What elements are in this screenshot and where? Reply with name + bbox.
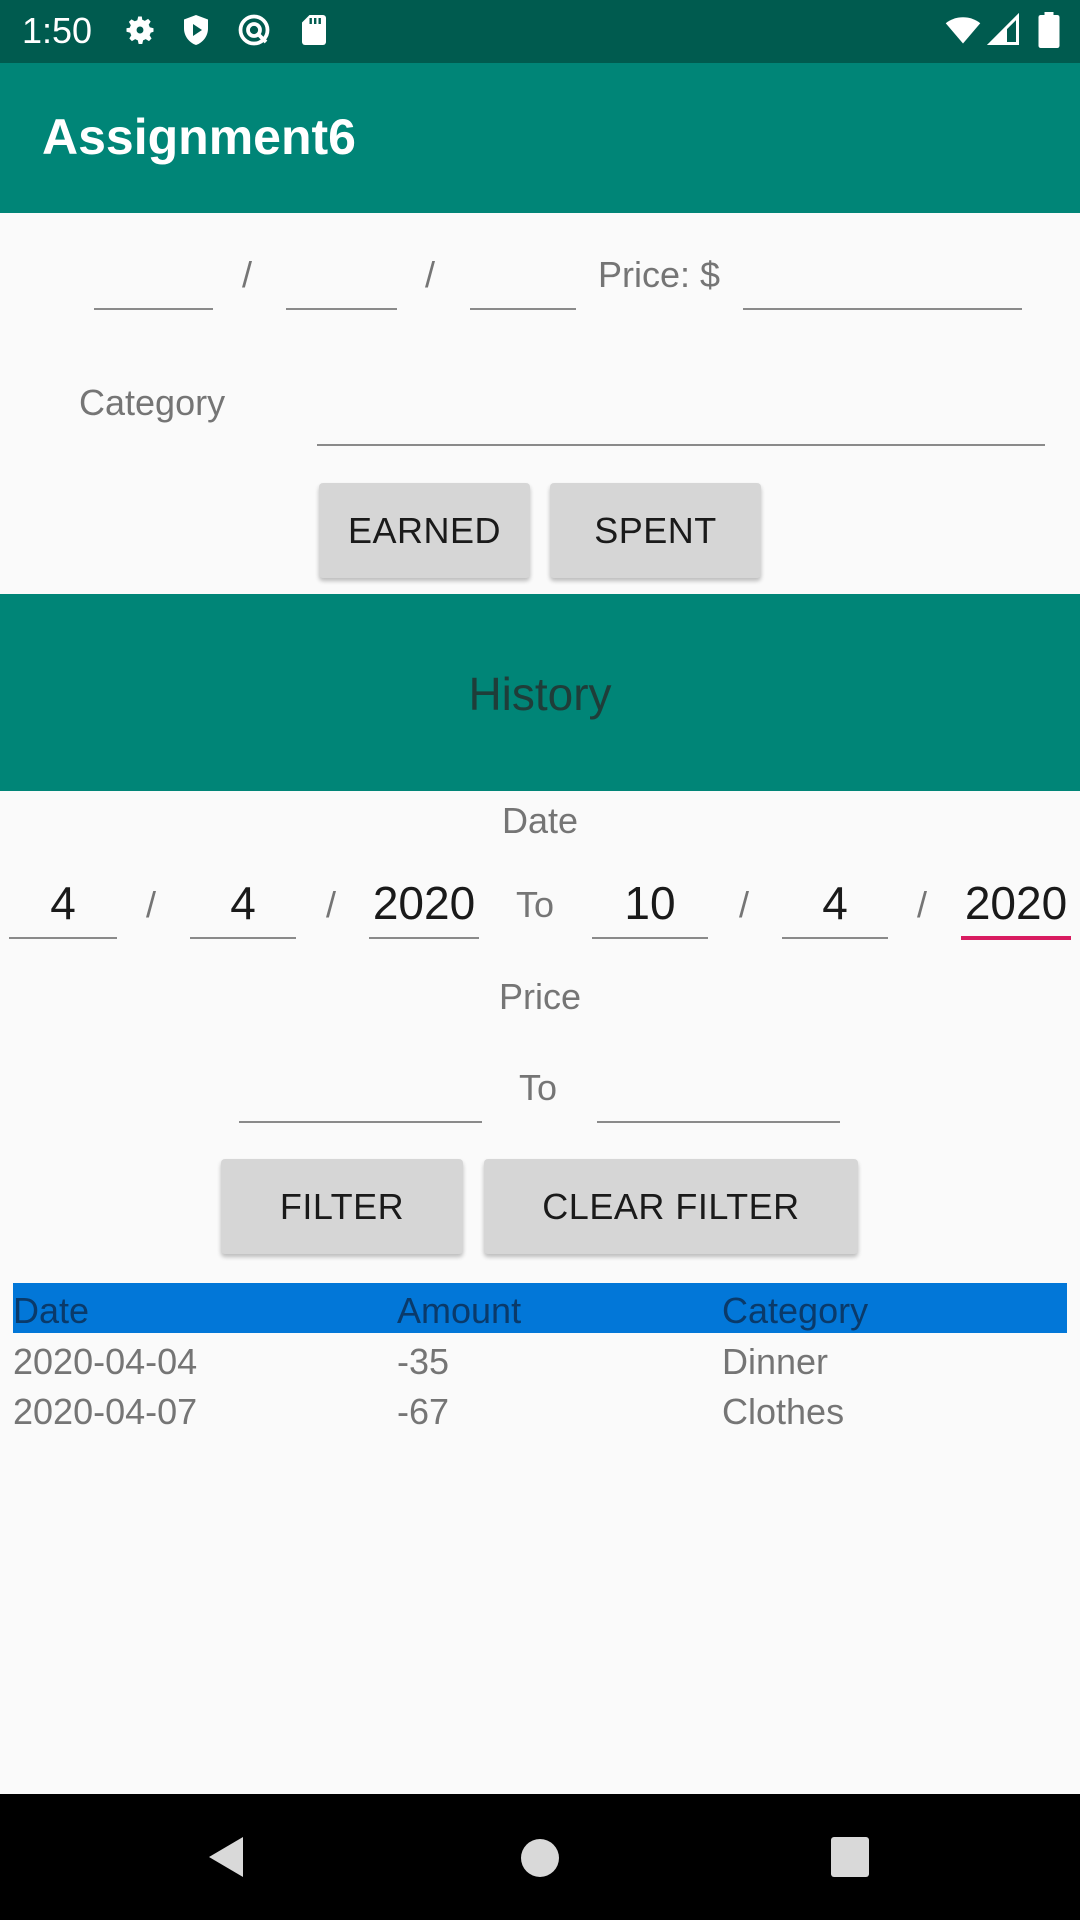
wifi-icon	[945, 17, 981, 44]
table-cell-category: Clothes	[722, 1391, 845, 1432]
date-separator: /	[146, 884, 157, 925]
cell-signal-icon	[986, 12, 1019, 45]
status-time: 1:50	[22, 10, 93, 51]
entry-price-input[interactable]	[743, 308, 1022, 310]
entry-day-input[interactable]	[286, 308, 397, 310]
date-separator: /	[425, 254, 436, 295]
column-header-category: Category	[722, 1290, 869, 1331]
from-month-underline	[9, 937, 117, 939]
to-year-input[interactable]: 2020	[961, 876, 1071, 930]
history-title: History	[468, 668, 612, 720]
date-separator: /	[917, 884, 928, 925]
earned-button[interactable]: EARNED	[319, 483, 530, 578]
table-header	[13, 1283, 1067, 1333]
date-separator: /	[739, 884, 750, 925]
to-day-input[interactable]: 4	[782, 876, 888, 930]
to-day-underline	[782, 937, 888, 939]
app-title: Assignment6	[42, 109, 356, 165]
entry-year-input[interactable]	[470, 308, 576, 310]
date-separator: /	[326, 884, 337, 925]
status-bar	[0, 0, 1080, 63]
min-price-input[interactable]	[239, 1121, 482, 1123]
price-filter-label: Price	[498, 976, 582, 1017]
to-year-focus-underline	[961, 936, 1071, 940]
from-year-underline	[369, 937, 479, 939]
vpn-icon	[238, 14, 270, 46]
column-header-date: Date	[13, 1290, 90, 1331]
table-cell-category: Dinner	[722, 1341, 829, 1382]
back-icon[interactable]	[203, 1833, 247, 1881]
table-cell-amount: -35	[397, 1341, 450, 1382]
table-cell-date: 2020-04-07	[13, 1391, 198, 1432]
recents-icon[interactable]	[830, 1836, 870, 1878]
clear-filter-button[interactable]: CLEAR FILTER	[484, 1159, 858, 1254]
date-filter-label: Date	[501, 800, 579, 841]
sd-card-icon	[302, 15, 326, 45]
table-cell-amount: -67	[397, 1391, 450, 1432]
filter-button[interactable]: FILTER	[221, 1159, 463, 1254]
max-price-input[interactable]	[597, 1121, 840, 1123]
from-day-underline	[190, 937, 296, 939]
from-year-input[interactable]: 2020	[369, 876, 479, 930]
spent-button[interactable]: SPENT	[550, 483, 761, 578]
category-input[interactable]	[317, 444, 1045, 446]
to-month-underline	[592, 937, 708, 939]
entry-month-input[interactable]	[94, 308, 213, 310]
shield-icon	[184, 15, 208, 45]
from-day-input[interactable]: 4	[190, 876, 296, 930]
price-to-label: To	[519, 1067, 558, 1108]
gear-icon	[126, 16, 154, 44]
category-label: Category	[79, 382, 226, 423]
date-separator: /	[242, 254, 253, 295]
battery-icon	[1038, 12, 1060, 48]
date-to-label: To	[516, 884, 555, 925]
table-cell-date: 2020-04-04	[13, 1341, 198, 1382]
column-header-amount: Amount	[397, 1290, 522, 1331]
price-label: Price: $	[598, 254, 721, 295]
home-icon[interactable]	[520, 1838, 560, 1878]
to-month-input[interactable]: 10	[592, 876, 708, 930]
from-month-input[interactable]: 4	[9, 876, 117, 930]
